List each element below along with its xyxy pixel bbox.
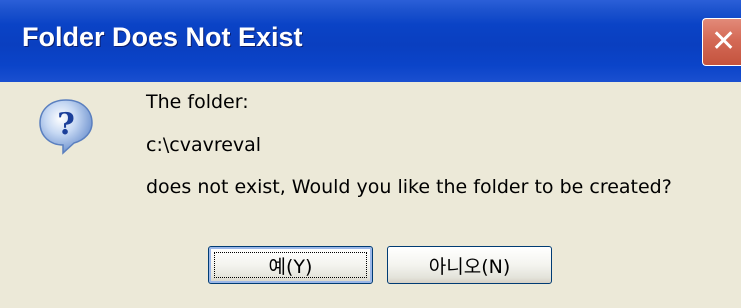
- message-line-folder-label: The folder:: [146, 91, 249, 113]
- question-icon: ?: [39, 99, 93, 155]
- message-folder-path: c:\cvavreval: [146, 134, 262, 156]
- no-button-label: 아니오(N): [428, 255, 511, 278]
- no-button[interactable]: 아니오(N): [387, 246, 552, 284]
- dialog-title: Folder Does Not Exist: [22, 22, 303, 52]
- yes-button[interactable]: 예(Y): [208, 246, 373, 284]
- close-button[interactable]: ✕: [702, 18, 741, 66]
- svg-text:?: ?: [57, 107, 75, 142]
- yes-button-label: 예(Y): [268, 255, 313, 278]
- dialog-titlebar[interactable]: Folder Does Not Exist ✕: [0, 0, 741, 82]
- message-question: does not exist, Would you like the folde…: [146, 176, 672, 198]
- close-icon: ✕: [711, 24, 737, 59]
